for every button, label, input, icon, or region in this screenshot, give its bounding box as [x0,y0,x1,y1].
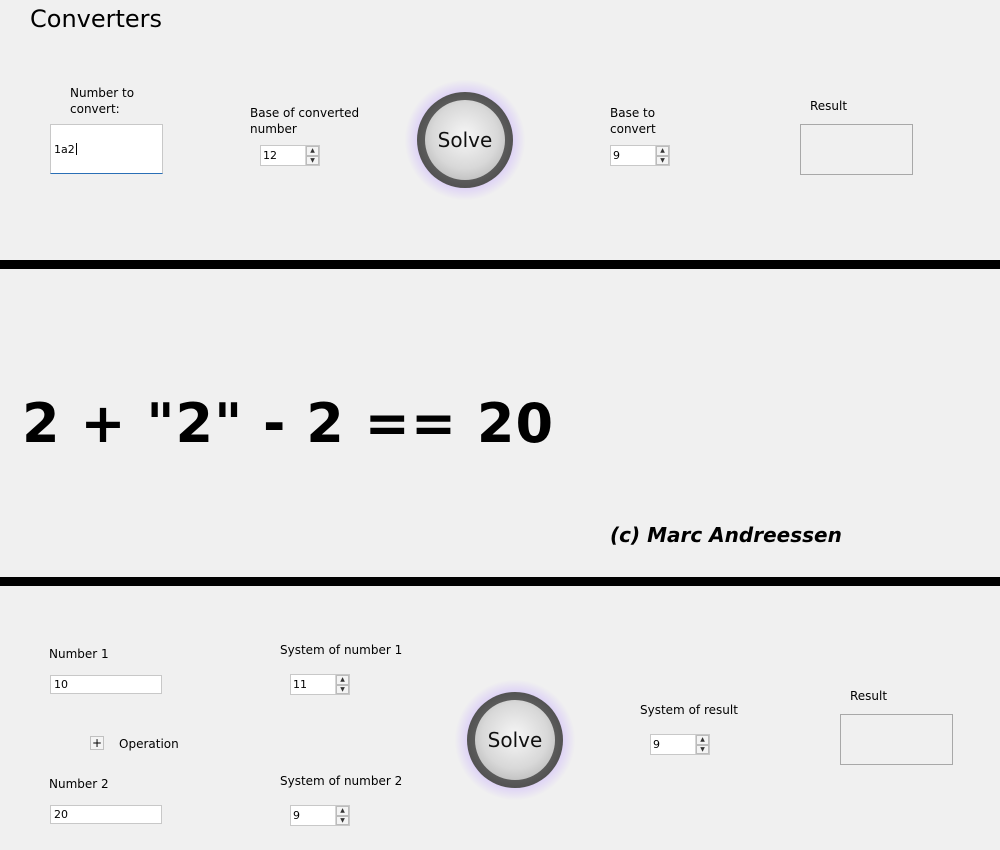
calculator-solve-button[interactable]: Solve [454,679,576,801]
converter-result-label: Result [810,99,848,113]
number2-value: 20 [54,808,68,821]
number-to-convert-input[interactable]: 1a2 [50,124,163,174]
calculator-solve-label: Solve [475,700,555,780]
converter-result-box [800,124,913,175]
system-of-number1-label: System of number 1 [280,643,403,657]
base-to-convert-spinbox[interactable]: 9 ▲ ▼ [610,145,670,166]
section-divider [0,260,1000,269]
system-of-result-value: 9 [653,738,660,751]
number-to-convert-value: 1a2 [54,142,75,156]
converter-solve-button[interactable]: Solve [404,79,526,201]
base-to-convert-label: Base to convert [610,106,656,136]
system-of-number1-value: 11 [293,678,307,691]
operation-label: Operation [119,737,179,751]
system-of-result-label: System of result [640,703,738,717]
base-to-convert-value: 9 [613,149,620,162]
spin-down-icon[interactable]: ▼ [336,815,349,825]
app-title: Converters [30,5,163,33]
system-of-number2-value: 9 [293,809,300,822]
base-of-converted-number-label: Base of converted number [250,106,360,136]
calculator-result-label: Result [850,689,888,703]
spin-up-icon[interactable]: ▲ [336,806,349,816]
number1-input[interactable]: 10 [50,675,162,694]
system-of-result-spinbox[interactable]: 9 ▲ ▼ [650,734,710,755]
calculator-result-box [840,714,953,765]
system-of-number2-spinbox[interactable]: 9 ▲ ▼ [290,805,350,826]
spin-up-icon[interactable]: ▲ [336,675,349,685]
base-of-converted-number-spinbox[interactable]: 12 ▲ ▼ [260,145,320,166]
system-of-number1-spinbox[interactable]: 11 ▲ ▼ [290,674,350,695]
converter-solve-label: Solve [425,100,505,180]
section-divider [0,577,1000,586]
spin-down-icon[interactable]: ▼ [336,684,349,694]
text-caret [75,143,77,155]
credit-text: (c) Marc Andreessen [610,523,842,547]
spin-up-icon[interactable]: ▲ [306,146,319,156]
spin-down-icon[interactable]: ▼ [306,155,319,165]
number2-input[interactable]: 20 [50,805,162,824]
number2-label: Number 2 [49,777,109,791]
number-to-convert-label: Number to convert: [70,86,135,116]
operation-button[interactable]: + [90,736,104,750]
system-of-number2-label: System of number 2 [280,774,403,788]
equation-text: 2 + "2" - 2 == 20 [22,392,555,455]
number1-label: Number 1 [49,647,109,661]
spin-down-icon[interactable]: ▼ [656,155,669,165]
spin-up-icon[interactable]: ▲ [656,146,669,156]
spin-up-icon[interactable]: ▲ [696,735,709,745]
base-of-converted-number-value: 12 [263,149,277,162]
spin-down-icon[interactable]: ▼ [696,744,709,754]
number1-value: 10 [54,678,68,691]
